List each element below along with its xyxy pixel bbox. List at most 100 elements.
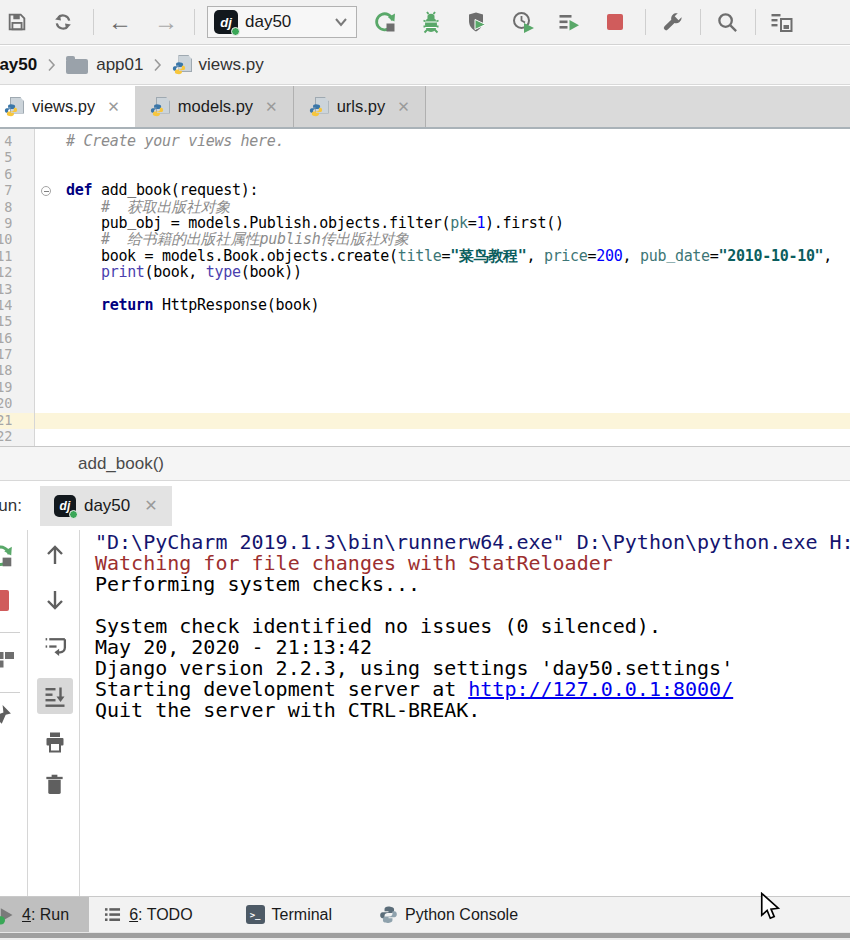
back-icon[interactable]: ←	[108, 10, 132, 34]
run-panel-label: Run:	[0, 496, 22, 516]
run-with-icon[interactable]	[557, 10, 581, 34]
close-icon[interactable]: ✕	[265, 98, 278, 116]
python-file-icon	[309, 97, 329, 117]
code-line: 14 return HttpResponse(book)	[0, 298, 850, 314]
tool-window-bar: 4: Run 6: TODO >_ Terminal Python Console	[0, 896, 850, 932]
sync-icon[interactable]	[51, 10, 75, 34]
console-line: System check identified no issues (0 sil…	[95, 616, 850, 637]
console-link[interactable]: http://127.0.0.1:8000/	[468, 677, 733, 701]
pin-icon[interactable]	[0, 703, 13, 728]
code-line: 4# Create your views here.	[0, 134, 850, 150]
rerun-icon[interactable]	[373, 10, 397, 34]
layout-icon[interactable]	[0, 648, 16, 672]
up-arrow-icon[interactable]	[43, 543, 67, 567]
tab-views.py[interactable]: views.py ✕	[0, 86, 135, 127]
run-panel-header: Run: dj day50 ✕	[0, 481, 850, 530]
print-icon[interactable]	[43, 730, 67, 754]
context-bar: add_book()	[0, 446, 850, 481]
console-line: "D:\PyCharm 2019.1.3\bin\runnerw64.exe" …	[95, 532, 850, 553]
close-icon[interactable]: ✕	[397, 98, 410, 116]
console-line	[95, 595, 850, 616]
toolwindow-python-console[interactable]: Python Console	[365, 897, 532, 932]
python-file-icon	[4, 97, 24, 117]
code-line: 7def add_book(request):	[0, 183, 850, 199]
save-icon[interactable]	[5, 10, 29, 34]
close-icon[interactable]: ✕	[144, 496, 157, 515]
pycharm-window: ← → dj day50 day50 app01 views.py views.py…	[0, 0, 850, 940]
close-icon[interactable]: ✕	[107, 98, 120, 116]
code-line: 20	[0, 396, 850, 412]
wrench-icon[interactable]	[660, 10, 684, 34]
console-line: Watching for file changes with StatReloa…	[95, 553, 850, 574]
toolwindow-label: Python Console	[405, 906, 518, 924]
tab-urls.py[interactable]: urls.py ✕	[294, 86, 426, 127]
toolwindow-run[interactable]: 4: Run	[0, 897, 89, 932]
save-all-icon[interactable]	[770, 10, 794, 34]
tab-label: urls.py	[337, 97, 386, 116]
code-line: 15	[0, 314, 850, 330]
code-line: 18	[0, 363, 850, 379]
editor-tabbar: views.py ✕ models.py ✕ urls.py ✕	[0, 86, 850, 129]
code-line: 5	[0, 150, 850, 166]
todo-icon	[103, 905, 122, 924]
run-toolbar-left	[0, 530, 28, 896]
run-config-label: day50	[245, 12, 291, 32]
console-line: Performing system checks...	[95, 574, 850, 595]
python-file-icon	[150, 97, 170, 117]
fold-icon[interactable]	[41, 186, 51, 196]
console-line: Quit the server with CTRL-BREAK.	[95, 700, 850, 721]
context-function[interactable]: add_book()	[78, 454, 164, 474]
tab-label: views.py	[32, 97, 95, 116]
python-file-icon	[172, 55, 192, 75]
django-icon: dj	[214, 10, 238, 34]
chevron-right-icon	[47, 58, 56, 72]
code-line: 12 print(book, type(book))	[0, 265, 850, 281]
code-line: 17	[0, 347, 850, 363]
forward-icon[interactable]: →	[154, 10, 178, 34]
stop-icon[interactable]	[603, 10, 627, 34]
run-tab-day50[interactable]: dj day50 ✕	[40, 486, 172, 526]
code-line: 22	[0, 429, 850, 445]
soft-wrap-icon[interactable]	[43, 633, 68, 658]
down-arrow-icon[interactable]	[43, 588, 67, 612]
code-line: 16	[0, 331, 850, 347]
toolwindow-label: 6: TODO	[129, 906, 192, 924]
chevron-down-icon	[334, 17, 348, 27]
console-line: May 20, 2020 - 21:13:42	[95, 637, 850, 658]
python-console-icon	[379, 905, 398, 924]
profiler-icon[interactable]	[511, 10, 535, 34]
code-line: 21	[0, 413, 850, 429]
debug-icon[interactable]	[419, 10, 443, 34]
tab-label: models.py	[178, 97, 253, 116]
rerun-icon[interactable]	[0, 543, 14, 569]
code-editor[interactable]: 4# Create your views here.567def add_boo…	[0, 129, 850, 446]
breadcrumb-item[interactable]: views.py	[198, 55, 263, 75]
run-toolbar-console	[29, 530, 80, 896]
run-tool-icon	[0, 905, 15, 925]
run-coverage-icon[interactable]	[465, 10, 489, 34]
run-config-dropdown[interactable]: dj day50	[207, 6, 357, 38]
breadcrumb-item[interactable]: app01	[96, 55, 143, 75]
tab-models.py[interactable]: models.py ✕	[135, 86, 294, 127]
toolwindow-label: 4: Run	[22, 906, 69, 924]
breadcrumb-item[interactable]: day50	[0, 55, 37, 75]
toolwindow-todo[interactable]: 6: TODO	[89, 897, 206, 932]
console-output[interactable]: "D:\PyCharm 2019.1.3\bin\runnerw64.exe" …	[95, 532, 850, 721]
toolwindow-label: Terminal	[272, 906, 332, 924]
scroll-to-end-icon[interactable]	[43, 684, 67, 708]
breadcrumb: day50 app01 views.py	[0, 46, 850, 85]
mouse-cursor	[759, 892, 781, 926]
code-line: 9 pub_obj = models.Publish.objects.filte…	[0, 216, 850, 232]
search-icon[interactable]	[715, 10, 739, 34]
django-icon: dj	[54, 495, 76, 517]
trash-icon[interactable]	[43, 773, 66, 796]
folder-icon	[66, 59, 88, 74]
chevron-right-icon	[153, 58, 162, 72]
stop-icon[interactable]	[0, 590, 9, 611]
run-console-panel: "D:\PyCharm 2019.1.3\bin\runnerw64.exe" …	[0, 530, 850, 896]
main-toolbar: ← → dj day50	[0, 0, 850, 45]
console-line: Django version 2.2.3, using settings 'da…	[95, 658, 850, 679]
terminal-icon: >_	[246, 905, 265, 924]
toolwindow-terminal[interactable]: >_ Terminal	[232, 897, 346, 932]
bottom-strip	[0, 932, 850, 940]
